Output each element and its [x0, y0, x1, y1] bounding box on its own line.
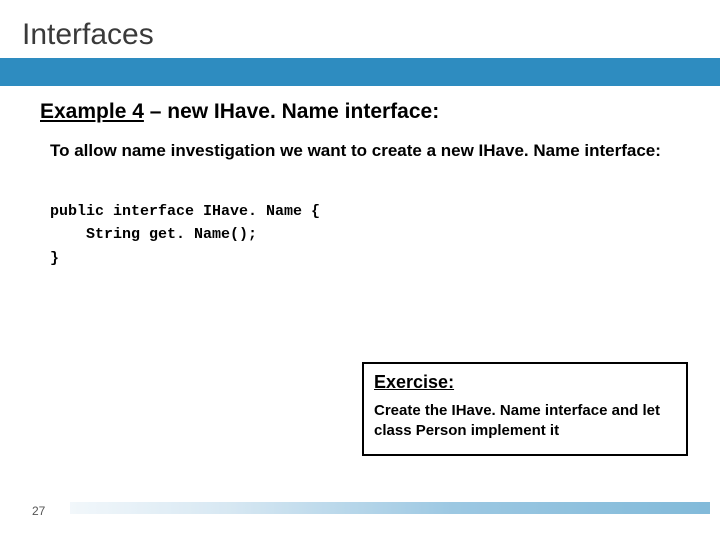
footer-gradient [70, 502, 710, 514]
exercise-box: Exercise: Create the IHave. Name interfa… [362, 362, 688, 456]
code-line-3: } [50, 250, 59, 267]
exercise-body: Create the IHave. Name interface and let… [374, 401, 676, 442]
example-heading: Example 4 – new IHave. Name interface: [40, 100, 439, 124]
heading-rest: – new IHave. Name interface: [144, 100, 439, 123]
code-line-2: String get. Name(); [50, 226, 257, 243]
page-number: 27 [32, 504, 45, 518]
code-line-1: public interface IHave. Name { [50, 203, 320, 220]
slide: Interfaces Example 4 – new IHave. Name i… [0, 0, 720, 540]
title-band [0, 58, 720, 86]
code-block: public interface IHave. Name { String ge… [50, 200, 320, 270]
exercise-title: Exercise: [374, 372, 676, 393]
intro-text: To allow name investigation we want to c… [50, 140, 670, 163]
heading-underlined: Example 4 [40, 100, 144, 123]
slide-title: Interfaces [22, 18, 154, 52]
